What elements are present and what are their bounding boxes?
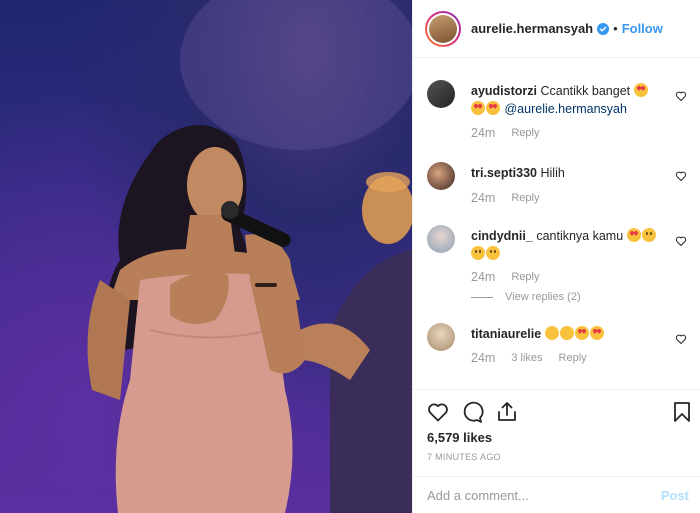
comment-like-heart-icon[interactable] <box>675 90 687 102</box>
comment-likes[interactable]: 3 likes <box>511 351 542 366</box>
heart-eyes-emoji <box>626 228 641 242</box>
heart-eyes-emoji <box>486 101 500 115</box>
comment-meta: 24m Reply <box>471 126 539 141</box>
comment-time: 24m <box>471 191 496 205</box>
comment-time: 24m <box>471 126 496 140</box>
comment-text: titaniaurelie <box>471 325 671 343</box>
post-timestamp: 7 MINUTES AGO <box>427 452 501 462</box>
commenter-username[interactable]: cindydnii_ <box>471 229 533 243</box>
singer-illustration <box>87 0 412 513</box>
post-header: aurelie.hermansyah • Follow <box>413 0 700 58</box>
comments-list[interactable]: ayudistorzi Ccantikk banget @aurelie.her… <box>413 59 700 389</box>
view-replies-link[interactable]: View replies (2) <box>471 291 581 303</box>
comment-time: 24m <box>471 270 496 284</box>
reply-button[interactable]: Reply <box>511 270 539 285</box>
comment-text: ayudistorzi Ccantikk banget @aurelie.her… <box>471 82 671 118</box>
comment-like-heart-icon[interactable] <box>675 170 687 182</box>
author-username[interactable]: aurelie.hermansyah <box>471 21 593 36</box>
comment-meta: 24m Reply <box>471 270 539 285</box>
comment-composer: Post <box>413 476 700 513</box>
post-actions: 6,579 likes 7 MINUTES AGO <box>413 389 700 469</box>
commenter-username[interactable]: ayudistorzi <box>471 84 537 98</box>
view-replies-divider <box>471 296 493 298</box>
neutral-face-emoji <box>486 246 500 260</box>
reply-button[interactable]: Reply <box>511 126 539 141</box>
mention-link[interactable]: @aurelie.hermansyah <box>504 102 626 116</box>
kissing-emoji <box>559 326 574 340</box>
author-avatar[interactable] <box>425 10 461 47</box>
comment-text: cindydnii_ cantiknya kamu <box>471 227 671 263</box>
comment-text: tri.septi330 Hilih <box>471 164 671 182</box>
comment-message: Hilih <box>540 166 565 180</box>
follow-button[interactable]: Follow <box>622 21 663 36</box>
separator-dot: • <box>613 21 618 36</box>
comment-like-heart-icon[interactable] <box>675 235 687 247</box>
heart-eyes-emoji <box>633 83 648 97</box>
commenter-username[interactable]: tri.septi330 <box>471 166 537 180</box>
verified-badge-icon <box>597 22 610 35</box>
post-photo[interactable] <box>0 0 412 513</box>
comment-message: cantiknya kamu <box>536 229 624 243</box>
neutral-face-emoji <box>471 246 485 260</box>
commenter-avatar[interactable] <box>427 162 455 190</box>
commenter-avatar[interactable] <box>427 323 455 351</box>
reply-button[interactable]: Reply <box>559 351 587 366</box>
heart-icon[interactable] <box>426 400 450 424</box>
bookmark-icon[interactable] <box>670 400 694 424</box>
likes-count[interactable]: 6,579 likes <box>427 430 492 445</box>
heart-eyes-emoji <box>471 101 485 115</box>
neutral-face-emoji <box>641 228 656 242</box>
commenter-avatar[interactable] <box>427 225 455 253</box>
post-comment-button[interactable]: Post <box>661 488 689 503</box>
heart-eyes-emoji <box>589 326 604 340</box>
reply-button[interactable]: Reply <box>511 191 539 206</box>
comment-like-heart-icon[interactable] <box>675 333 687 345</box>
view-replies-label: View replies (2) <box>505 291 581 303</box>
comment-time: 24m <box>471 351 496 365</box>
comment-icon[interactable] <box>460 400 484 424</box>
commenter-username[interactable]: titaniaurelie <box>471 327 541 341</box>
heart-eyes-emoji <box>574 326 589 340</box>
share-icon[interactable] <box>495 400 519 424</box>
comment-meta: 24m Reply <box>471 191 539 206</box>
post-sidebar: aurelie.hermansyah • Follow ayudistorzi … <box>412 0 700 513</box>
commenter-avatar[interactable] <box>427 80 455 108</box>
kissing-emoji <box>544 326 559 340</box>
comment-input[interactable] <box>427 487 647 503</box>
comment-message: Ccantikk banget <box>540 84 631 98</box>
comment-meta: 24m 3 likes Reply <box>471 351 587 366</box>
